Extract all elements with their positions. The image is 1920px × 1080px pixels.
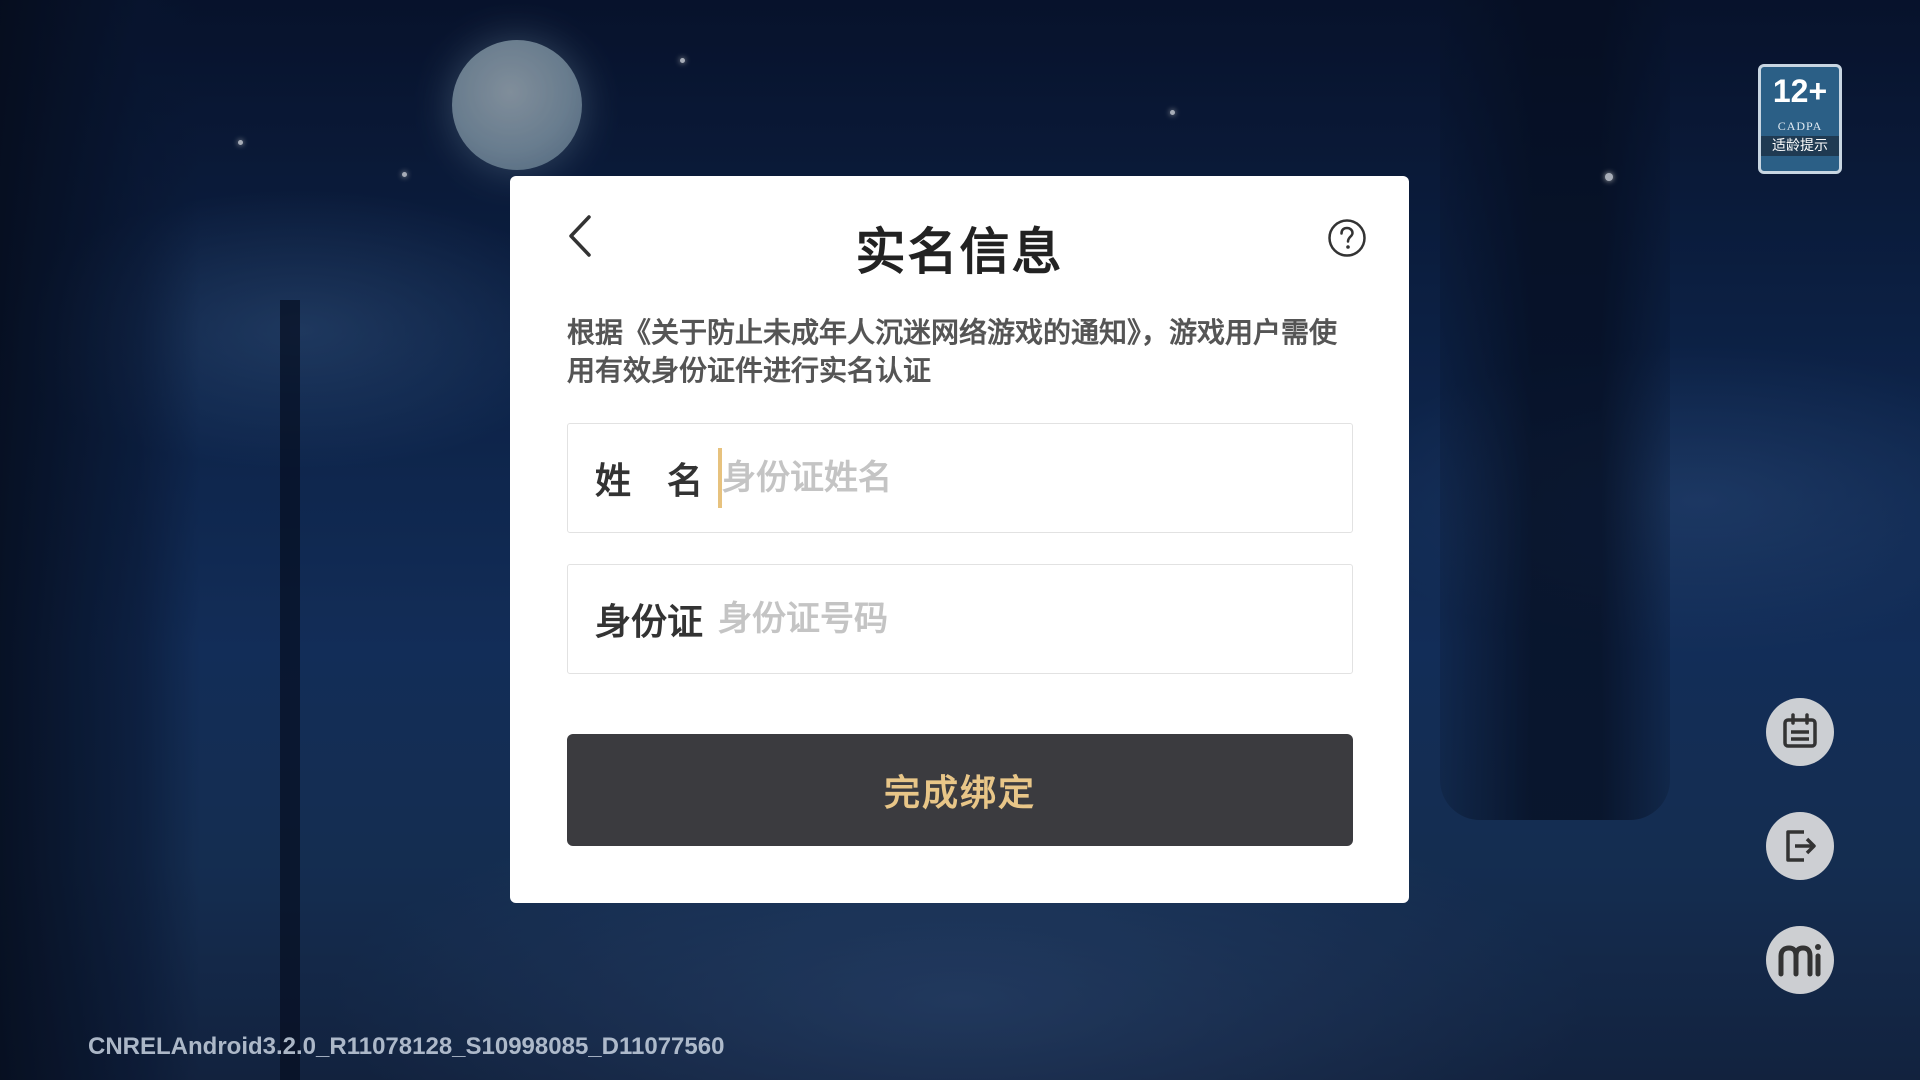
- mi-logo-icon: [1778, 944, 1821, 977]
- name-field-label: 姓 名: [595, 461, 704, 502]
- star: [1605, 173, 1613, 181]
- version-text: CNRELAndroid3.2.0_R11078128_S10998085_D1…: [88, 1033, 725, 1060]
- star: [402, 172, 407, 177]
- star: [680, 58, 685, 63]
- id-field-label: 身份证: [595, 602, 704, 643]
- logout-icon: [1786, 830, 1816, 862]
- background-tower-left: [0, 0, 200, 1080]
- game-screen: 12+ CADPA 适龄提示 实名信息 根据《关于防止未成年人沉迷网络游戏的通知…: [0, 0, 1920, 1080]
- announcement-button[interactable]: [1766, 698, 1834, 766]
- age-rating-badge: 12+ CADPA 适龄提示: [1758, 64, 1842, 174]
- question-circle-icon: [1328, 219, 1366, 257]
- logout-button[interactable]: [1766, 812, 1834, 880]
- background-pole: [280, 300, 300, 1080]
- star: [238, 140, 243, 145]
- name-input[interactable]: [718, 448, 1352, 508]
- announcement-icon: [1783, 713, 1817, 748]
- name-field[interactable]: 姓 名: [567, 423, 1353, 533]
- age-rating-org: CADPA: [1777, 119, 1823, 133]
- moon: [452, 40, 582, 170]
- background-tower-right: [1440, 0, 1670, 820]
- notice-text: 根据《关于防止未成年人沉迷网络游戏的通知》，游戏用户需使用有效身份证件进行实名认…: [567, 316, 1338, 387]
- dialog-title: 实名信息: [855, 223, 1064, 281]
- complete-binding-button[interactable]: 完成绑定: [567, 734, 1353, 846]
- star: [1170, 110, 1175, 115]
- id-number-input[interactable]: [718, 589, 1352, 649]
- id-field[interactable]: 身份证: [567, 564, 1353, 674]
- real-name-dialog: 实名信息 根据《关于防止未成年人沉迷网络游戏的通知》，游戏用户需使用有效身份证件…: [510, 176, 1409, 903]
- age-rating-number: 12+: [1772, 73, 1828, 109]
- help-button[interactable]: [1327, 218, 1367, 258]
- mi-account-button[interactable]: [1766, 926, 1834, 994]
- age-rating-tip: 适龄提示: [1761, 136, 1839, 156]
